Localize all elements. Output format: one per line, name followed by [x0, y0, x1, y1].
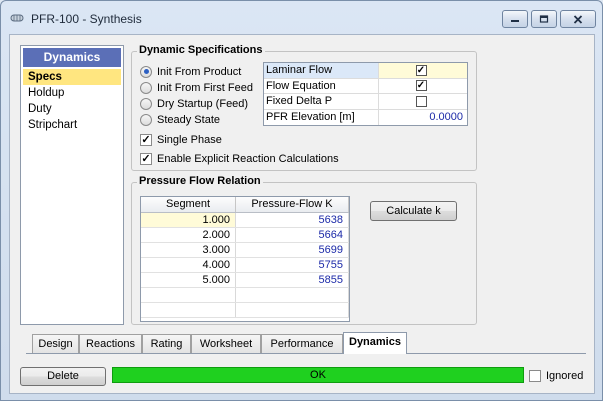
close-icon [573, 14, 583, 24]
pressure-flow-k-cell[interactable]: 5755 [236, 258, 349, 272]
pressure-flow-table: Segment Pressure-Flow K 1.000 5638 2.000… [140, 196, 350, 322]
segment-cell[interactable]: 3.000 [141, 243, 236, 257]
pressure-flow-k-cell[interactable] [236, 288, 349, 302]
sidebar-header: Dynamics [23, 48, 121, 67]
minimize-button[interactable] [502, 10, 528, 28]
delete-button[interactable]: Delete [20, 367, 106, 386]
table-row[interactable]: 1.000 5638 [141, 213, 349, 228]
pressure-flow-k-cell[interactable]: 5664 [236, 228, 349, 242]
segment-cell[interactable] [141, 303, 236, 317]
minimize-icon [511, 20, 519, 22]
pressure-flow-k-cell[interactable]: 5699 [236, 243, 349, 257]
tab-design[interactable]: Design [32, 334, 79, 353]
dynamics-sidebar: Dynamics Specs Holdup Duty Stripchart [20, 45, 124, 325]
segment-cell[interactable] [141, 288, 236, 302]
property-row-pfr-elevation: PFR Elevation [m] 0.0000 [264, 109, 467, 126]
window: PFR-100 - Synthesis Dynamics Specs Holdu… [0, 0, 603, 401]
sidebar-item-stripchart[interactable]: Stripchart [23, 117, 121, 133]
checkbox[interactable]: ✓ [415, 64, 427, 76]
reactor-icon [10, 14, 24, 22]
explicit-reaction-checkbox[interactable]: ✓ Enable Explicit Reaction Calculations [140, 151, 339, 166]
pressure-flow-k-cell[interactable]: 5638 [236, 213, 349, 227]
pressure-flow-k-cell[interactable] [236, 303, 349, 317]
client-area: Dynamics Specs Holdup Duty Stripchart Dy… [9, 34, 595, 394]
radio-label: Steady State [157, 113, 220, 126]
checkbox[interactable] [415, 95, 427, 107]
table-row[interactable]: 3.000 5699 [141, 243, 349, 258]
column-header-segment[interactable]: Segment [141, 197, 236, 212]
radio-button[interactable] [140, 81, 152, 94]
laminar-flow-check[interactable]: ✓ [379, 63, 467, 78]
tab-worksheet[interactable]: Worksheet [191, 334, 261, 353]
maximize-button[interactable] [531, 10, 557, 28]
property-name: Fixed Delta P [264, 94, 379, 109]
tab-strip: Design Reactions Rating Worksheet Perfor… [26, 332, 586, 354]
checkbox-label: Ignored [546, 369, 584, 382]
tab-reactions[interactable]: Reactions [79, 334, 142, 353]
window-title: PFR-100 - Synthesis [31, 12, 142, 26]
property-row-laminar-flow: Laminar Flow ✓ [264, 63, 467, 79]
property-row-fixed-delta-p: Fixed Delta P [264, 94, 467, 110]
table-row-empty[interactable] [141, 288, 349, 303]
sidebar-item-holdup[interactable]: Holdup [23, 85, 121, 101]
calculate-k-button[interactable]: Calculate k [370, 201, 457, 221]
segment-cell[interactable]: 1.000 [141, 213, 236, 227]
segment-cell[interactable]: 2.000 [141, 228, 236, 242]
radio-label: Init From Product [157, 65, 242, 78]
radio-button[interactable] [140, 65, 152, 78]
table-row[interactable]: 5.000 5855 [141, 273, 349, 288]
radio-init-from-first-feed[interactable]: Init From First Feed [140, 80, 253, 95]
checkbox[interactable]: ✓ [140, 133, 152, 146]
radio-label: Dry Startup (Feed) [157, 97, 249, 110]
radio-steady-state[interactable]: Steady State [140, 112, 220, 127]
tab-divider [26, 353, 586, 354]
checkbox[interactable]: ✓ [140, 152, 152, 165]
checkbox-label: Single Phase [157, 133, 222, 146]
single-phase-checkbox[interactable]: ✓ Single Phase [140, 132, 222, 147]
pressure-flow-k-cell[interactable]: 5855 [236, 273, 349, 287]
radio-button[interactable] [140, 97, 152, 110]
radio-init-from-product[interactable]: Init From Product [140, 64, 241, 79]
checkbox-label: Enable Explicit Reaction Calculations [157, 152, 339, 165]
status-bar: OK [112, 367, 524, 383]
pfr-elevation-value[interactable]: 0.0000 [379, 110, 467, 126]
column-header-pressure-flow-k[interactable]: Pressure-Flow K [236, 197, 349, 212]
dynamic-specifications-title: Dynamic Specifications [137, 44, 265, 56]
table-header: Segment Pressure-Flow K [141, 197, 349, 213]
property-row-flow-equation: Flow Equation ✓ [264, 78, 467, 94]
fixed-delta-p-check[interactable] [379, 94, 467, 109]
table-row-empty[interactable] [141, 303, 349, 318]
checkbox[interactable]: ✓ [415, 80, 427, 92]
maximize-icon [539, 15, 549, 23]
property-name: Laminar Flow [264, 63, 379, 78]
tab-performance[interactable]: Performance [261, 334, 343, 353]
pressure-flow-group: Pressure Flow Relation Segment Pressure-… [131, 175, 477, 325]
sidebar-item-specs[interactable]: Specs [23, 69, 121, 85]
radio-dry-startup[interactable]: Dry Startup (Feed) [140, 96, 248, 111]
pressure-flow-title: Pressure Flow Relation [137, 175, 263, 187]
segment-cell[interactable]: 5.000 [141, 273, 236, 287]
segment-cell[interactable]: 4.000 [141, 258, 236, 272]
tab-rating[interactable]: Rating [142, 334, 191, 353]
checkbox[interactable] [529, 369, 541, 382]
tab-dynamics[interactable]: Dynamics [343, 332, 407, 354]
flow-equation-check[interactable]: ✓ [379, 79, 467, 94]
dynamics-property-grid: Laminar Flow ✓ Flow Equation ✓ Fixed Del… [263, 62, 468, 126]
radio-label: Init From First Feed [157, 81, 253, 94]
ignored-checkbox[interactable]: Ignored [529, 368, 583, 383]
property-name: PFR Elevation [m] [264, 109, 379, 125]
close-button[interactable] [560, 10, 596, 28]
property-name: Flow Equation [264, 78, 379, 93]
title-bar[interactable]: PFR-100 - Synthesis [1, 1, 602, 35]
sidebar-item-duty[interactable]: Duty [23, 101, 121, 117]
radio-button[interactable] [140, 113, 152, 126]
table-row[interactable]: 4.000 5755 [141, 258, 349, 273]
table-row[interactable]: 2.000 5664 [141, 228, 349, 243]
